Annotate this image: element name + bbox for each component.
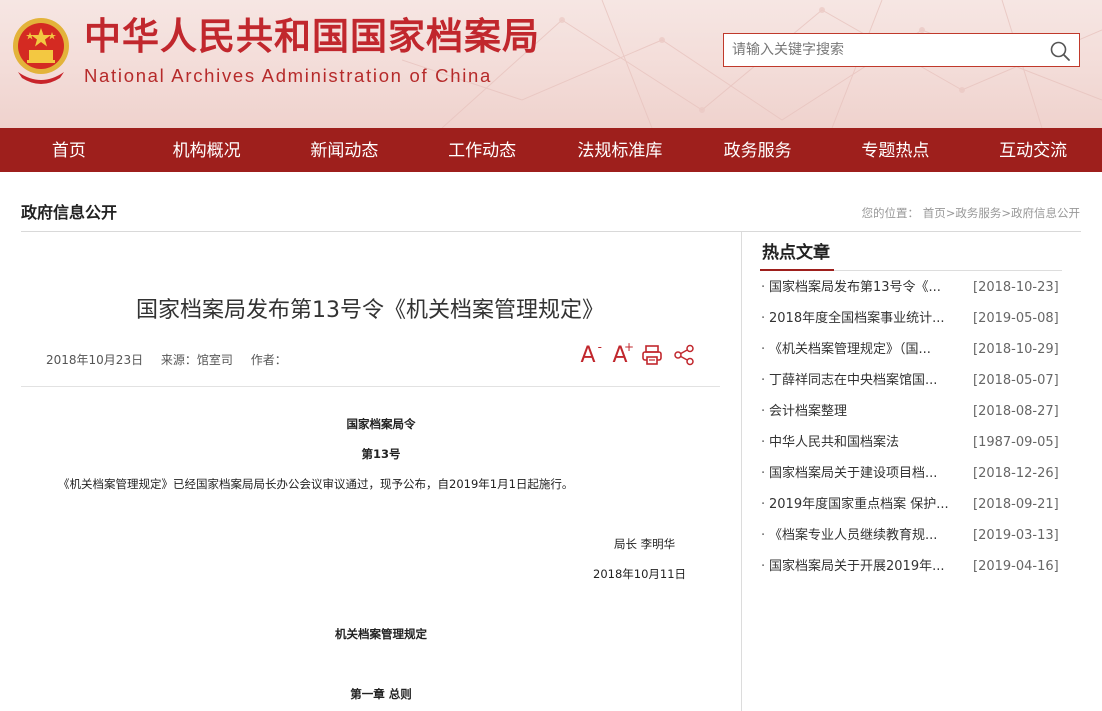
bullet: · bbox=[761, 311, 766, 326]
list-item[interactable]: · 2019年度国家重点档案 保护... [2018-09-21] bbox=[761, 493, 1066, 524]
order-number: 第13号 bbox=[361, 447, 401, 461]
hot-item-date: [2018-10-23] bbox=[973, 280, 1059, 295]
list-item[interactable]: · 国家档案局关于建设项目档... [2018-12-26] bbox=[761, 462, 1066, 493]
article-date: 2018年10月23日 bbox=[46, 353, 144, 367]
hot-item-date: [1987-09-05] bbox=[973, 435, 1059, 450]
breadcrumb-current[interactable]: 政府信息公开 bbox=[1011, 206, 1080, 220]
list-item[interactable]: · 丁薛祥同志在中央档案馆国... [2018-05-07] bbox=[761, 369, 1066, 400]
column-divider bbox=[741, 232, 742, 711]
article-paragraph: 《机关档案管理规定》已经国家档案局局长办公会议审议通过，现予公布，自2019年1… bbox=[58, 477, 574, 491]
hot-item-title[interactable]: 国家档案局关于开展2019年... bbox=[769, 555, 959, 586]
nav-item-topics[interactable]: 专题热点 bbox=[827, 128, 965, 172]
search-box bbox=[723, 33, 1080, 67]
bullet: · bbox=[761, 497, 766, 512]
hot-item-title[interactable]: 国家档案局发布第13号令《... bbox=[769, 276, 959, 307]
article-divider bbox=[21, 386, 720, 387]
breadcrumb: 您的位置： 首页>政务服务>政府信息公开 bbox=[862, 205, 1080, 221]
hot-articles-title: 热点文章 bbox=[762, 243, 830, 263]
hot-item-date: [2019-04-16] bbox=[973, 559, 1059, 574]
article-author: 作者： bbox=[250, 353, 287, 367]
nav-item-services[interactable]: 政务服务 bbox=[689, 128, 827, 172]
hot-item-title[interactable]: 《档案专业人员继续教育规... bbox=[769, 524, 959, 555]
list-item[interactable]: · 国家档案局发布第13号令《... [2018-10-23] bbox=[761, 276, 1066, 307]
list-item[interactable]: · 会计档案整理 [2018-08-27] bbox=[761, 400, 1066, 431]
hot-item-title[interactable]: 中华人民共和国档案法 bbox=[769, 431, 959, 462]
main-nav: 首页 机构概况 新闻动态 工作动态 法规标准库 政务服务 专题热点 互动交流 bbox=[0, 128, 1102, 172]
hot-item-date: [2019-03-13] bbox=[973, 528, 1059, 543]
section-title: 政府信息公开 bbox=[21, 203, 118, 222]
hot-item-date: [2018-12-26] bbox=[973, 466, 1059, 481]
article-tools: A- A + bbox=[576, 340, 696, 368]
hot-item-date: [2018-05-07] bbox=[973, 373, 1059, 388]
breadcrumb-home[interactable]: 首页 bbox=[923, 206, 946, 220]
hot-item-date: [2018-09-21] bbox=[973, 497, 1059, 512]
list-item[interactable]: · 国家档案局关于开展2019年... [2019-04-16] bbox=[761, 555, 1066, 586]
nav-item-news[interactable]: 新闻动态 bbox=[276, 128, 414, 172]
order-heading: 国家档案局令 bbox=[346, 417, 416, 431]
nav-item-work[interactable]: 工作动态 bbox=[413, 128, 551, 172]
search-icon[interactable] bbox=[1049, 40, 1071, 62]
section-divider bbox=[21, 231, 1081, 232]
share-icon bbox=[674, 344, 694, 366]
regulation-title: 机关档案管理规定 bbox=[335, 627, 427, 641]
chapter-heading: 第一章 总则 bbox=[350, 687, 412, 701]
list-item[interactable]: · 中华人民共和国档案法 [1987-09-05] bbox=[761, 431, 1066, 462]
hot-item-title[interactable]: 2019年度国家重点档案 保护... bbox=[769, 493, 959, 524]
plus-sign: + bbox=[623, 340, 634, 354]
site-title-en[interactable]: National Archives Administration of Chin… bbox=[84, 64, 492, 88]
bullet: · bbox=[761, 342, 766, 357]
breadcrumb-services[interactable]: 政务服务 bbox=[955, 206, 1001, 220]
article-title: 国家档案局发布第13号令《机关档案管理规定》 bbox=[136, 298, 604, 323]
site-title-cn[interactable]: 中华人民共和国国家档案局 bbox=[84, 14, 540, 60]
font-decrease-button[interactable]: A- bbox=[576, 340, 602, 368]
minus-sign: - bbox=[597, 340, 602, 354]
national-emblem-icon bbox=[13, 18, 69, 84]
print-icon bbox=[642, 345, 662, 365]
bullet: · bbox=[761, 280, 766, 295]
breadcrumb-separator: > bbox=[1001, 206, 1011, 220]
nav-item-home[interactable]: 首页 bbox=[0, 128, 138, 172]
search-input[interactable] bbox=[732, 34, 1032, 66]
font-increase-button[interactable]: A + bbox=[608, 340, 634, 368]
bullet: · bbox=[761, 435, 766, 450]
hot-item-title[interactable]: 2018年度全国档案事业统计... bbox=[769, 307, 959, 338]
hot-item-title[interactable]: 丁薛祥同志在中央档案馆国... bbox=[769, 369, 959, 400]
list-item[interactable]: · 2018年度全国档案事业统计... [2019-05-08] bbox=[761, 307, 1066, 338]
hot-articles-list: · 国家档案局发布第13号令《... [2018-10-23] · 2018年度全国档… bbox=[761, 276, 1066, 586]
list-item[interactable]: · 《档案专业人员继续教育规... [2019-03-13] bbox=[761, 524, 1066, 555]
nav-item-organization[interactable]: 机构概况 bbox=[138, 128, 276, 172]
signature: 局长 李明华 bbox=[614, 537, 676, 551]
font-decrease-icon: A bbox=[580, 342, 596, 368]
nav-item-interaction[interactable]: 互动交流 bbox=[964, 128, 1102, 172]
hot-articles-accent bbox=[760, 269, 834, 271]
bullet: · bbox=[761, 466, 766, 481]
hot-item-date: [2018-08-27] bbox=[973, 404, 1059, 419]
breadcrumb-separator: > bbox=[945, 206, 956, 220]
hot-item-title[interactable]: 《机关档案管理规定》（国... bbox=[769, 338, 959, 369]
breadcrumb-prefix: 您的位置： bbox=[861, 206, 920, 220]
nav-item-regulations[interactable]: 法规标准库 bbox=[551, 128, 689, 172]
bullet: · bbox=[761, 404, 766, 419]
article-source: 来源：馆室司 bbox=[160, 353, 233, 367]
hot-item-title[interactable]: 会计档案整理 bbox=[769, 400, 959, 431]
sign-date: 2018年10月11日 bbox=[593, 567, 687, 581]
bullet: · bbox=[761, 559, 766, 574]
article-meta: 2018年10月23日 来源：馆室司 作者： bbox=[46, 351, 301, 369]
hot-item-date: [2018-10-29] bbox=[973, 342, 1059, 357]
bullet: · bbox=[761, 373, 766, 388]
list-item[interactable]: · 《机关档案管理规定》（国... [2018-10-29] bbox=[761, 338, 1066, 369]
hot-item-title[interactable]: 国家档案局关于建设项目档... bbox=[769, 462, 959, 493]
site-header: 中华人民共和国国家档案局 National Archives Administr… bbox=[0, 0, 1102, 128]
print-button[interactable] bbox=[640, 342, 664, 368]
share-button[interactable] bbox=[672, 342, 696, 368]
bullet: · bbox=[761, 528, 766, 543]
hot-item-date: [2019-05-08] bbox=[973, 311, 1059, 326]
